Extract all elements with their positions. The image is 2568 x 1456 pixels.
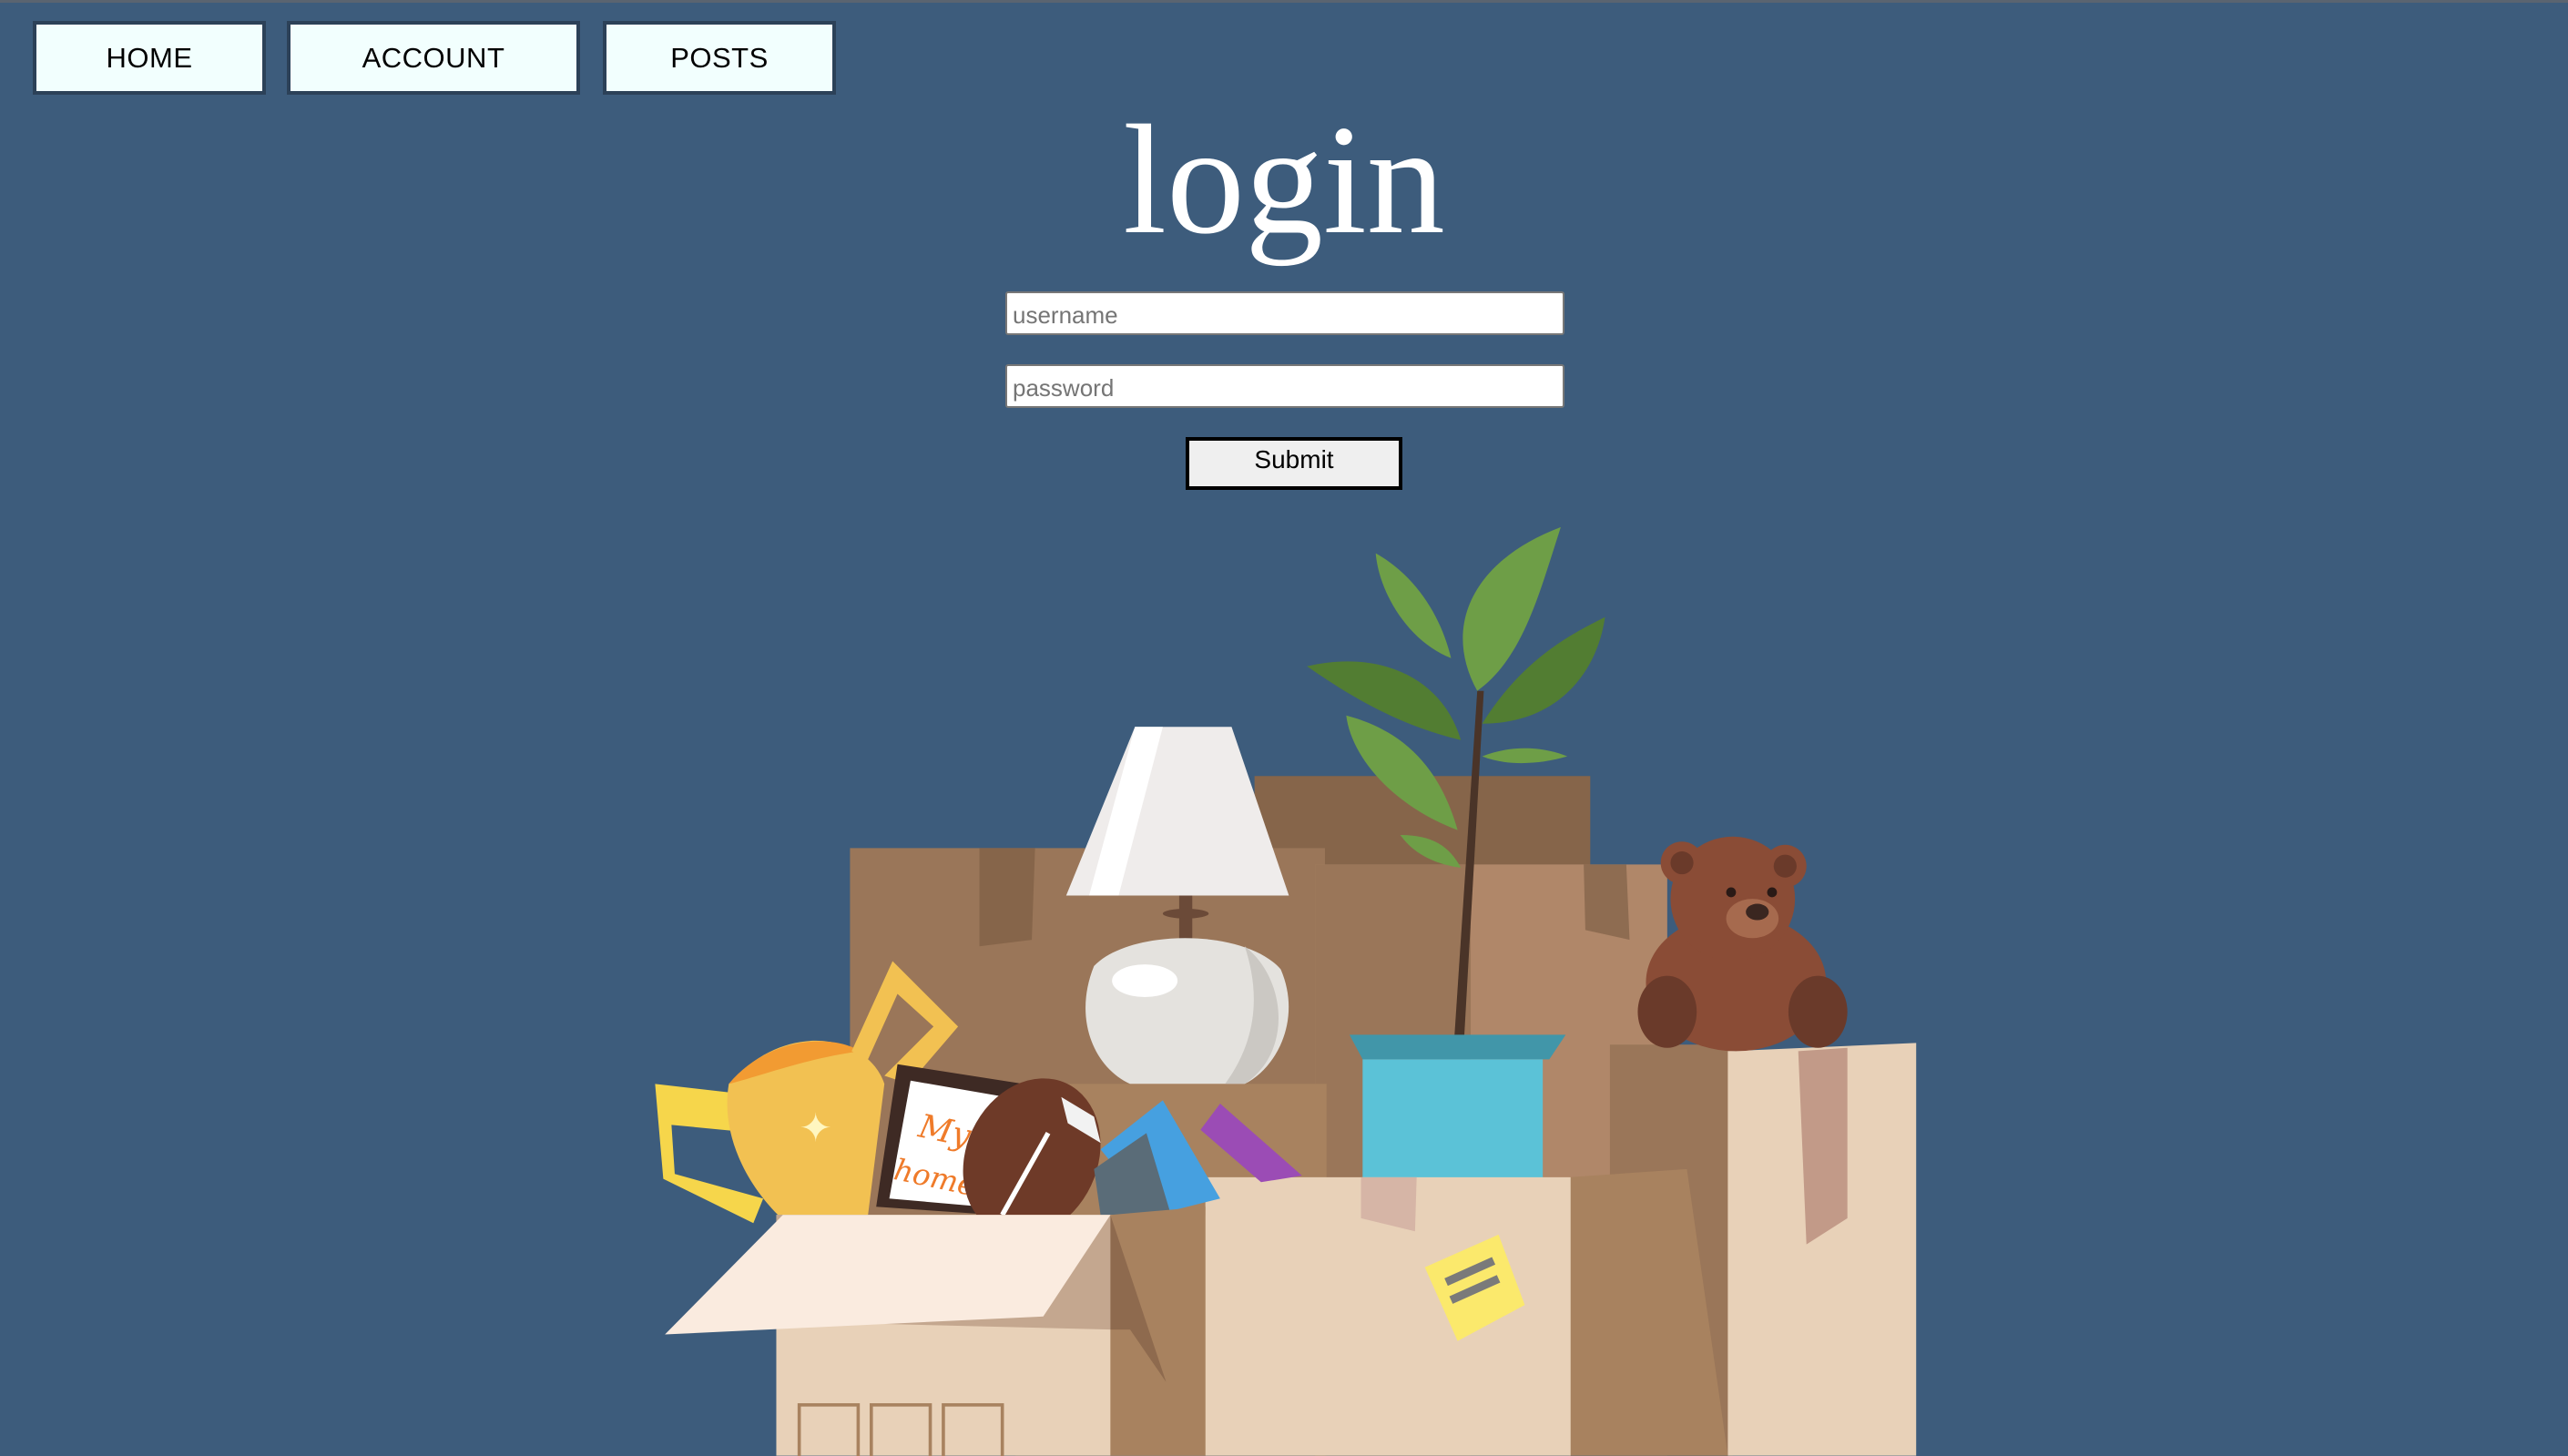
plant xyxy=(1307,526,1605,1039)
left-back-box xyxy=(850,848,1325,1456)
back-box xyxy=(1254,776,1591,924)
nav-account-button[interactable]: ACCOUNT xyxy=(287,21,580,95)
middle-front-box xyxy=(1205,1176,1571,1456)
right-box xyxy=(1727,1043,1917,1456)
books xyxy=(1094,1100,1302,1216)
submit-button[interactable]: Submit xyxy=(1186,437,1402,490)
svg-text:home: home xyxy=(892,1152,979,1203)
lamp xyxy=(1065,727,1289,1084)
box-handling-symbols xyxy=(797,1403,1004,1456)
box-flap xyxy=(665,1215,1111,1335)
sticky-note xyxy=(1424,1234,1525,1341)
page-title: login xyxy=(1123,94,1445,267)
plant-pot xyxy=(1349,1034,1566,1183)
svg-text:My: My xyxy=(914,1107,974,1155)
left-front-box xyxy=(776,1215,1206,1456)
svg-text:✦: ✦ xyxy=(800,1105,832,1151)
username-input[interactable] xyxy=(1005,291,1564,335)
right-box-side xyxy=(1609,1044,1733,1456)
teddy-bear xyxy=(1637,836,1848,1052)
football xyxy=(963,1078,1101,1237)
photo-frame: My home xyxy=(876,1064,1024,1216)
password-input[interactable] xyxy=(1005,364,1564,408)
trophy: ✦ xyxy=(655,961,959,1224)
nav-posts-button[interactable]: POSTS xyxy=(603,21,836,95)
middle-back-box xyxy=(1315,864,1667,1456)
nav-home-button[interactable]: HOME xyxy=(33,21,266,95)
